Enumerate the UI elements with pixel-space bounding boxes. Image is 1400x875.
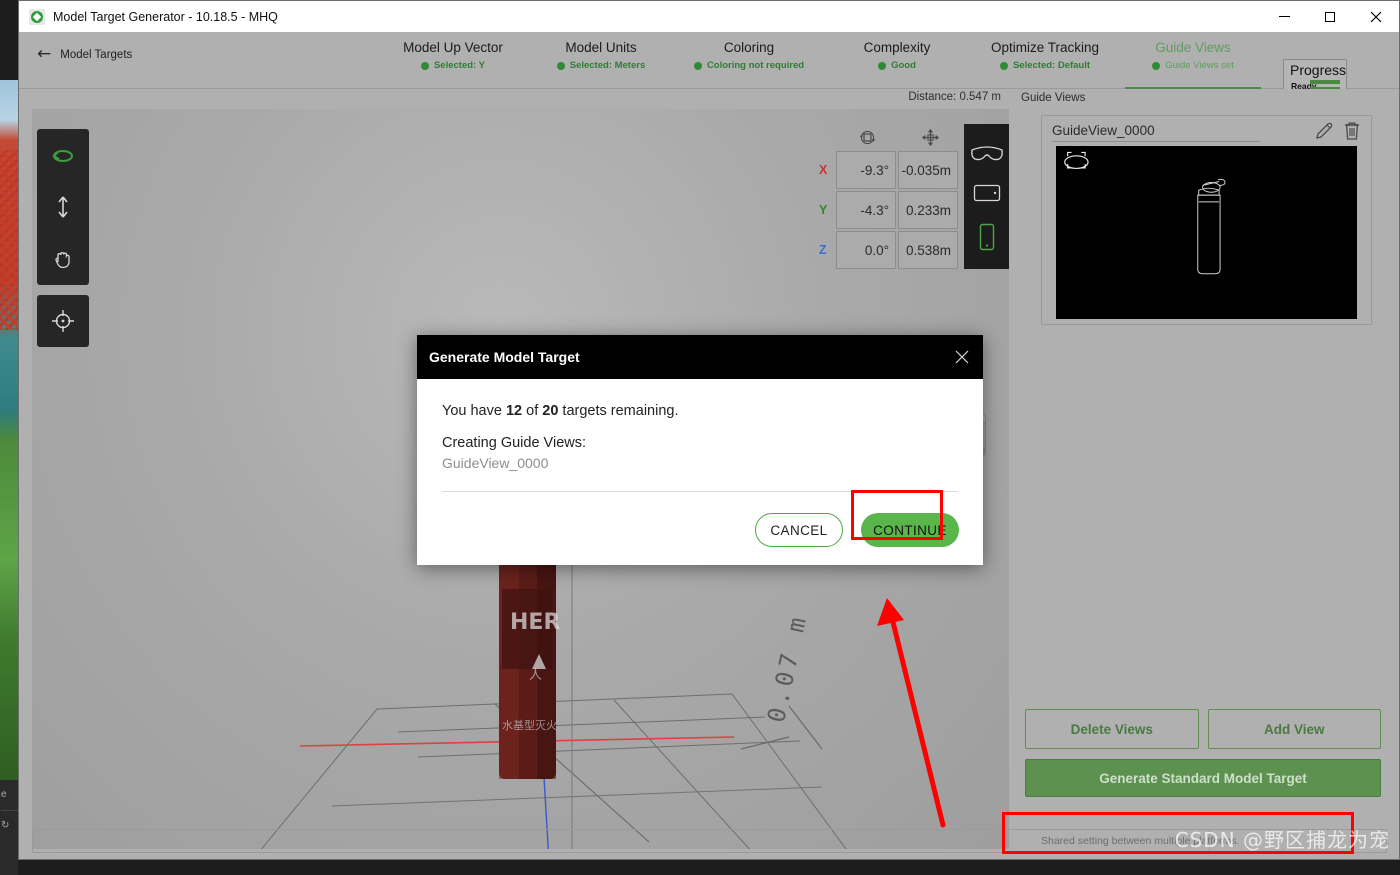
creating-guide-view-name: GuideView_0000 (442, 455, 549, 471)
dialog-divider (442, 491, 958, 492)
generate-model-target-dialog: Generate Model Target You have 12 of 20 … (417, 335, 983, 565)
dialog-body: You have 12 of 20 targets remaining. Cre… (417, 379, 983, 492)
close-icon (955, 350, 969, 364)
modal-layer: Generate Model Target You have 12 of 20 … (0, 0, 1400, 875)
line1-mid: of (522, 403, 543, 419)
targets-remaining-text: You have 12 of 20 targets remaining. (442, 403, 958, 419)
continue-button[interactable]: CONTINUE (861, 513, 959, 547)
dialog-title: Generate Model Target (429, 349, 580, 365)
cancel-button[interactable]: CANCEL (755, 513, 843, 547)
targets-remaining-count: 12 (505, 403, 523, 419)
dialog-close-button[interactable] (949, 344, 975, 370)
dialog-footer: CANCEL CONTINUE (755, 513, 959, 547)
line1-prefix: You have (442, 403, 506, 419)
line1-suffix: targets remaining. (558, 403, 679, 419)
targets-total-count: 20 (542, 403, 559, 419)
creating-guide-views-label: Creating Guide Views: (442, 435, 587, 451)
dialog-header: Generate Model Target (417, 335, 983, 379)
